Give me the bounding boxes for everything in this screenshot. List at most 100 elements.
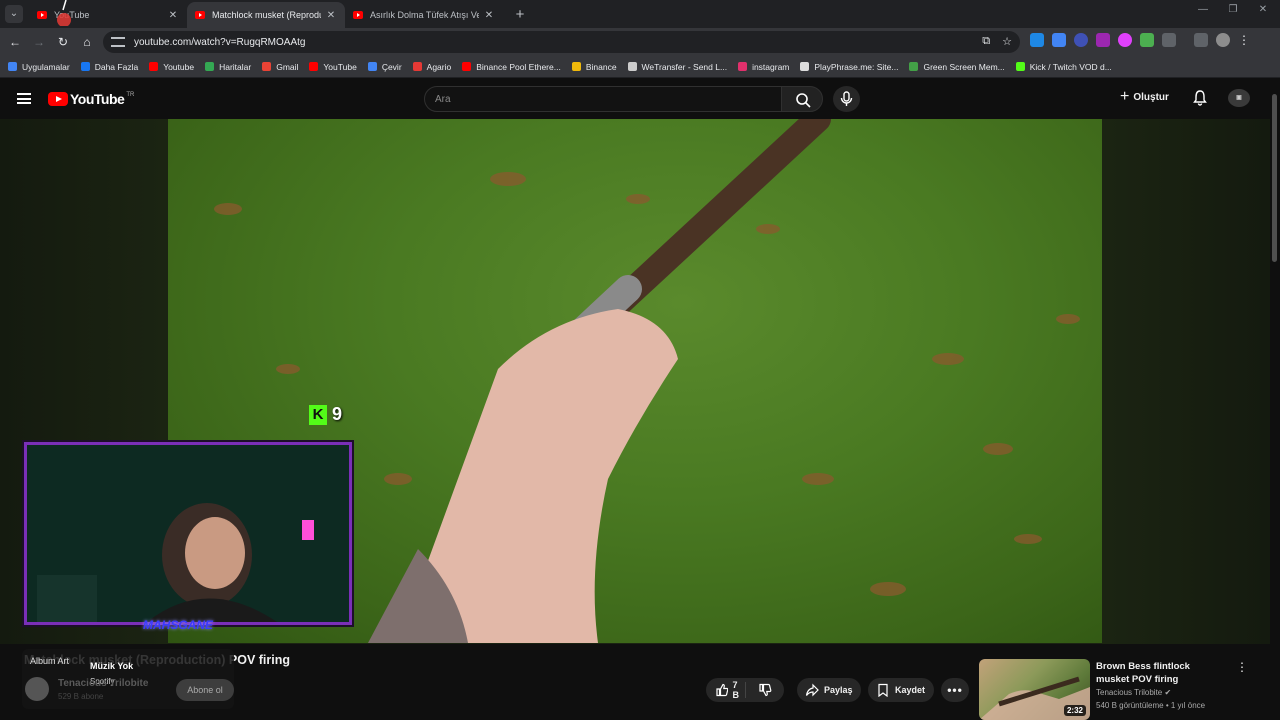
bookmark-favicon-icon <box>738 62 748 71</box>
subscriber-count: 529 B abone <box>58 692 104 701</box>
bookmark-favicon-icon <box>309 62 319 71</box>
like-button[interactable]: 7 B <box>706 680 746 700</box>
voice-search-button[interactable] <box>833 86 860 112</box>
bookmarks-bar: Uygulamalar Daha Fazla Youtube Haritalar Gma… <box>0 56 1280 78</box>
thumbs-up-icon <box>716 683 728 697</box>
translate-extension-icon[interactable] <box>1052 33 1066 47</box>
tab-youtube[interactable]: YouTube ✕ <box>29 2 187 28</box>
bookmark-item[interactable]: Green Screen Mem... <box>909 62 1005 72</box>
search-input[interactable]: Ara <box>424 86 782 112</box>
bookmark-item[interactable]: Daha Fazla <box>80 62 138 72</box>
search-button[interactable] <box>781 86 823 112</box>
recommended-video-menu-icon[interactable]: ⋮ <box>1236 660 1248 674</box>
share-button[interactable]: Paylaş <box>797 678 861 702</box>
tab-title: Asırlık Dolma Tüfek Atışı Ve Pat... <box>370 10 479 20</box>
scrollbar-thumb[interactable] <box>1272 94 1277 262</box>
youtube-logo[interactable]: YouTube TR <box>48 91 134 107</box>
media-icon[interactable] <box>1194 33 1208 47</box>
plus-icon: + <box>1120 88 1130 105</box>
bookmark-item[interactable]: Binance Pool Ethere... <box>462 62 561 72</box>
youtube-masthead: YouTube TR Ara + Oluştur ▣ <box>0 79 1270 119</box>
notifications-bell-icon[interactable] <box>1192 89 1208 107</box>
channel-avatar[interactable] <box>25 677 49 701</box>
window-close-icon[interactable]: ✕ <box>1248 4 1278 15</box>
extension-icon[interactable] <box>1096 33 1110 47</box>
home-icon[interactable]: ⌂ <box>75 30 99 54</box>
maximize-icon[interactable]: ❐ <box>1218 4 1248 15</box>
recommended-video-title[interactable]: Brown Bess flintlock musket POV firing <box>1096 660 1224 686</box>
bookmark-item[interactable]: instagram <box>738 62 789 72</box>
recommended-video-thumbnail[interactable]: 2:32 <box>979 659 1090 720</box>
search-icon <box>796 93 811 108</box>
channel-name[interactable]: Tenacious Trilobite <box>58 678 148 689</box>
tab-dolma-tufek[interactable]: Asırlık Dolma Tüfek Atışı Ve Pat... ✕ <box>345 2 503 28</box>
bookmark-item[interactable]: Agario <box>412 62 451 72</box>
bookmark-favicon-icon <box>149 62 159 71</box>
bookmark-item[interactable]: Çevir <box>367 62 402 72</box>
account-avatar[interactable]: ▣ <box>1228 89 1250 107</box>
back-icon[interactable]: ← <box>3 30 27 54</box>
profile-icon[interactable] <box>1216 33 1230 47</box>
save-button[interactable]: Kaydet <box>868 678 934 702</box>
streamer-webcam <box>24 442 352 625</box>
bookmark-favicon-icon <box>1015 62 1025 71</box>
dislike-button[interactable] <box>746 683 784 697</box>
streamer-name-overlay: MAHSGANE <box>143 618 214 632</box>
now-playing-text: Müzik Yok <box>90 661 134 671</box>
bookmark-favicon-icon <box>367 62 377 71</box>
kick-logo-icon: K <box>309 404 327 425</box>
extension-icon[interactable] <box>1140 33 1154 47</box>
close-icon[interactable]: ✕ <box>325 10 337 21</box>
subscribe-button[interactable]: Abone ol <box>176 679 234 701</box>
youtube-play-icon <box>48 92 68 106</box>
bookmark-favicon-icon <box>205 62 215 71</box>
url-text: youtube.com/watch?v=RugqRMOAAtg <box>134 36 306 48</box>
create-button[interactable]: + Oluştur <box>1120 89 1169 105</box>
mouse-cursor-icon <box>57 0 71 26</box>
site-info-icon[interactable] <box>111 37 125 47</box>
extensions-bar: ⋮ <box>1030 33 1250 47</box>
bookmark-item[interactable]: YouTube <box>309 62 357 72</box>
install-app-icon[interactable]: ⧉ <box>982 35 990 48</box>
reload-icon[interactable]: ↻ <box>51 30 75 54</box>
bookmark-item[interactable]: Kick / Twitch VOD d... <box>1015 62 1112 72</box>
bookmark-item[interactable]: Uygulamalar <box>8 62 70 72</box>
hamburger-menu-icon[interactable] <box>17 93 31 104</box>
bookmark-item[interactable]: WeTransfer - Send L... <box>627 62 727 72</box>
extensions-puzzle-icon[interactable] <box>1162 33 1176 47</box>
extension-icon[interactable] <box>1030 33 1044 47</box>
minimize-icon[interactable]: — <box>1188 4 1218 15</box>
video-details: Matchlock musket (Reproduction) POV firi… <box>0 644 1270 720</box>
address-bar[interactable]: youtube.com/watch?v=RugqRMOAAtg ⧉ ☆ <box>103 31 1020 53</box>
bookmark-favicon-icon <box>571 62 581 71</box>
kebab-menu-icon[interactable]: ⋮ <box>1238 33 1250 47</box>
tab-search-button[interactable]: ⌄ <box>5 5 23 23</box>
kick-viewer-badge: K 9 <box>309 404 342 425</box>
viewer-count: 9 <box>332 404 343 424</box>
bookmark-item[interactable]: PlayPhrase.me: Site... <box>800 62 898 72</box>
close-icon[interactable]: ✕ <box>167 10 179 21</box>
like-dislike-group: 7 B <box>706 678 784 702</box>
extension-icon[interactable] <box>1074 33 1088 47</box>
browser-window: ⌄ YouTube ✕ Matchlock musket (Reproducti… <box>0 0 1280 720</box>
forward-icon[interactable]: → <box>27 30 51 54</box>
bookmark-star-icon[interactable]: ☆ <box>1002 35 1012 48</box>
bookmark-item[interactable]: Youtube <box>149 62 194 72</box>
extension-icon[interactable] <box>1118 33 1132 47</box>
microphone-icon <box>840 91 853 106</box>
close-icon[interactable]: ✕ <box>483 10 495 21</box>
bookmark-favicon-icon <box>627 62 637 71</box>
verified-icon: ✔ <box>1164 688 1172 697</box>
album-art: Album Art <box>30 656 70 666</box>
more-actions-button[interactable]: ••• <box>941 678 969 702</box>
new-tab-button[interactable]: + <box>509 4 531 26</box>
recommended-channel: Tenacious Trilobite ✔ <box>1096 688 1172 697</box>
recommended-video-meta: 540 B görüntüleme • 1 yıl önce <box>1096 701 1206 710</box>
bookmark-item[interactable]: Gmail <box>262 62 298 72</box>
page-scrollbar[interactable] <box>1270 79 1280 720</box>
bookmark-item[interactable]: Binance <box>571 62 617 72</box>
tab-matchlock[interactable]: Matchlock musket (Reproduction) POV firi… <box>187 2 345 28</box>
bookmark-item[interactable]: Haritalar <box>205 62 251 72</box>
video-player[interactable]: K 9 MAHSGANE <box>0 119 1270 644</box>
youtube-favicon-icon <box>353 11 363 19</box>
